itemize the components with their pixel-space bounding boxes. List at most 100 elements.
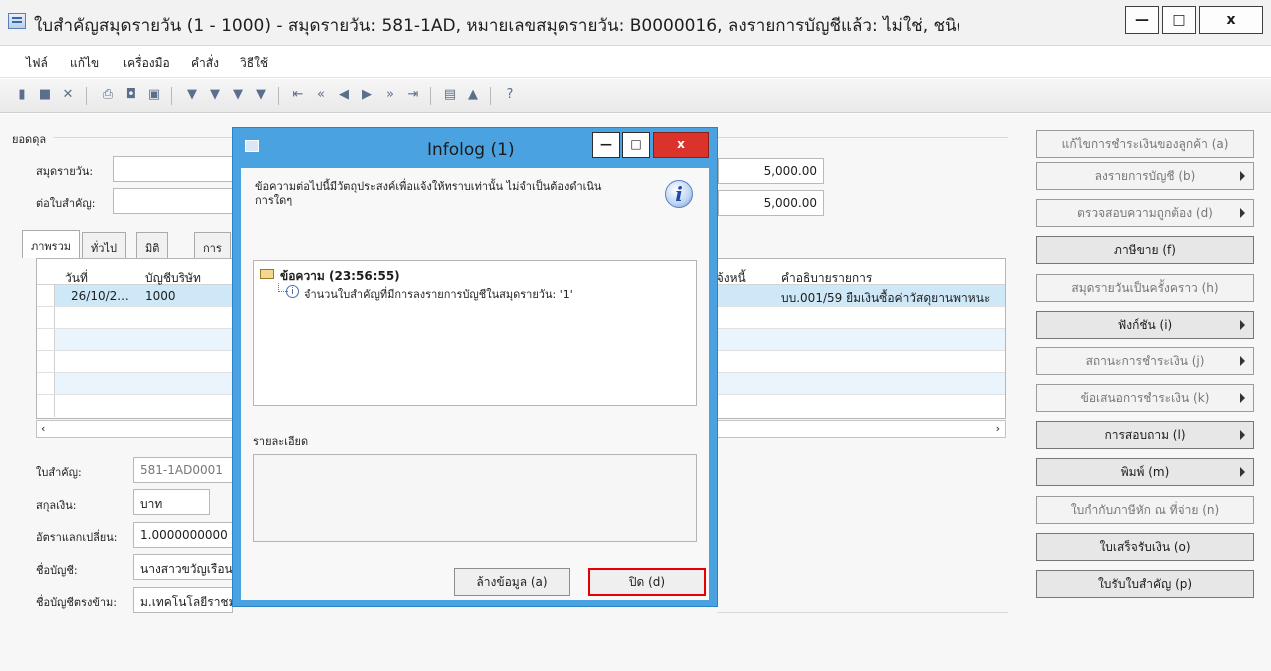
action-button-label: สมุดรายวันเป็นครั้งคราว (h) bbox=[1071, 280, 1219, 295]
submenu-arrow-icon bbox=[1240, 430, 1245, 440]
minimize-button[interactable]: — bbox=[1125, 6, 1159, 34]
action-button-label: ตรวจสอบความถูกต้อง (d) bbox=[1077, 205, 1213, 220]
action-button[interactable]: แก้ไขการชำระเงินของลูกค้า (a) bbox=[1036, 130, 1254, 158]
submenu-arrow-icon bbox=[1240, 467, 1245, 477]
row-selector[interactable] bbox=[37, 395, 55, 417]
close-dialog-button[interactable]: ปิด (d) bbox=[588, 568, 706, 596]
account-name-label: ชื่อบัญชี: bbox=[36, 564, 78, 577]
row-selector[interactable] bbox=[37, 307, 55, 328]
previous-page-icon[interactable]: « bbox=[313, 87, 329, 103]
action-button[interactable]: การสอบถาม (l) bbox=[1036, 421, 1254, 449]
submenu-arrow-icon bbox=[1240, 320, 1245, 330]
clear-button[interactable]: ล้างข้อมูล (a) bbox=[454, 568, 570, 596]
action-button[interactable]: พิมพ์ (m) bbox=[1036, 458, 1254, 486]
action-button[interactable]: ใบเสร็จรับเงิน (o) bbox=[1036, 533, 1254, 561]
row-selector[interactable] bbox=[37, 351, 55, 372]
info-message: ข้อความต่อไปนี้มีวัตถุประสงค์เพื่อแจ้งให… bbox=[255, 180, 602, 207]
new-icon[interactable]: ▮ bbox=[14, 87, 30, 103]
offset-account-field[interactable]: ม.เทคโนโลยีราชม bbox=[133, 587, 233, 613]
toolbar-divider bbox=[278, 87, 279, 105]
alert-icon[interactable]: ▲ bbox=[465, 87, 481, 103]
dialog-title: Infolog (1) bbox=[427, 140, 515, 160]
last-record-icon[interactable]: ⇥ bbox=[405, 87, 421, 103]
print-icon[interactable]: ⎙ bbox=[100, 87, 116, 103]
action-button[interactable]: ลงรายการบัญชี (b) bbox=[1036, 162, 1254, 190]
preview-icon[interactable]: ◘ bbox=[123, 87, 139, 103]
action-button-label: ใบกำกับภาษีหัก ณ ที่จ่าย (n) bbox=[1070, 502, 1220, 517]
tab-general[interactable]: ทั่วไป bbox=[82, 232, 126, 258]
dialog-maximize-button[interactable]: □ bbox=[622, 132, 650, 158]
window-titlebar: ใบสำคัญสมุดรายวัน (1 - 1000) - สมุดรายวั… bbox=[0, 0, 1271, 46]
action-button[interactable]: ฟังก์ชัน (i) bbox=[1036, 311, 1254, 339]
filter-selection-icon[interactable]: ▼ bbox=[207, 87, 223, 103]
action-button[interactable]: ตรวจสอบความถูกต้อง (d) bbox=[1036, 199, 1254, 227]
next-page-icon[interactable]: » bbox=[382, 87, 398, 103]
action-button-label: ใบรับใบสำคัญ (p) bbox=[1097, 576, 1193, 591]
tab-dimension[interactable]: มิติ bbox=[136, 232, 169, 258]
row-selector[interactable] bbox=[37, 329, 55, 350]
details-label: รายละเอียด bbox=[253, 435, 309, 448]
action-button-label: ใบเสร็จรับเงิน (o) bbox=[1099, 539, 1191, 554]
voucher-field[interactable]: 581-1AD0001 bbox=[133, 457, 233, 483]
first-record-icon[interactable]: ⇤ bbox=[290, 87, 306, 103]
action-button[interactable]: สถานะการชำระเงิน (j) bbox=[1036, 347, 1254, 375]
info-small-icon: i bbox=[286, 285, 299, 298]
menu-command[interactable]: คำสั่ง bbox=[191, 54, 219, 73]
group-divider bbox=[716, 137, 1008, 138]
maximize-button[interactable]: □ bbox=[1162, 6, 1196, 34]
action-button[interactable]: ใบกำกับภาษีหัก ณ ที่จ่าย (n) bbox=[1036, 496, 1254, 524]
menu-bar: ไฟล์ แก้ไข เครื่องมือ คำสั่ง วิธีใช้ bbox=[0, 46, 1271, 78]
action-button[interactable]: ข้อเสนอการชำระเงิน (k) bbox=[1036, 384, 1254, 412]
help-icon[interactable]: ? bbox=[502, 87, 518, 103]
remove-filter-icon[interactable]: ▼ bbox=[253, 87, 269, 103]
attachment-icon[interactable]: ▤ bbox=[442, 87, 458, 103]
row-company: 1000 bbox=[145, 289, 176, 303]
next-record-icon[interactable]: ▶ bbox=[359, 87, 375, 103]
balance-group-label: ยอดดุล bbox=[12, 133, 47, 146]
menu-edit[interactable]: แก้ไข bbox=[70, 54, 99, 73]
voucher-balance-value: 5,000.00 bbox=[718, 190, 824, 216]
info-icon: i bbox=[665, 180, 693, 208]
export-icon[interactable]: ▣ bbox=[146, 87, 162, 103]
menu-help[interactable]: วิธีใช้ bbox=[240, 54, 268, 73]
previous-record-icon[interactable]: ◀ bbox=[336, 87, 352, 103]
account-name-field[interactable]: นางสาวขวัญเรือน bbox=[133, 554, 233, 580]
group-divider bbox=[717, 612, 1008, 613]
menu-tools[interactable]: เครื่องมือ bbox=[123, 54, 170, 73]
form-icon bbox=[8, 13, 26, 29]
tab-overview[interactable]: ภาพรวม bbox=[22, 230, 81, 258]
message-item[interactable]: จำนวนใบสำคัญที่มีการลงรายการบัญชีในสมุดร… bbox=[304, 285, 573, 303]
advanced-filter-icon[interactable]: ▼ bbox=[230, 87, 246, 103]
close-button[interactable]: x bbox=[1199, 6, 1263, 34]
details-box[interactable] bbox=[253, 454, 697, 542]
journal-balance-field[interactable] bbox=[113, 156, 233, 182]
scroll-right-icon[interactable]: › bbox=[996, 422, 1000, 435]
action-button-label: แก้ไขการชำระเงินของลูกค้า (a) bbox=[1061, 136, 1229, 151]
row-selector[interactable] bbox=[37, 285, 55, 306]
submenu-arrow-icon bbox=[1240, 171, 1245, 181]
tab-payment[interactable]: การ bbox=[194, 232, 231, 258]
message-header[interactable]: ข้อความ (23:56:55) bbox=[280, 267, 400, 286]
scroll-left-icon[interactable]: ‹ bbox=[41, 422, 45, 435]
action-button[interactable]: สมุดรายวันเป็นครั้งคราว (h) bbox=[1036, 274, 1254, 302]
voucher-balance-field[interactable] bbox=[113, 188, 233, 214]
action-button[interactable]: ใบรับใบสำคัญ (p) bbox=[1036, 570, 1254, 598]
exchange-rate-field[interactable]: 1.0000000000 bbox=[133, 522, 233, 548]
submenu-arrow-icon bbox=[1240, 208, 1245, 218]
window-title: ใบสำคัญสมุดรายวัน (1 - 1000) - สมุดรายวั… bbox=[34, 16, 959, 36]
row-selector[interactable] bbox=[37, 373, 55, 394]
currency-field[interactable]: บาท bbox=[133, 489, 210, 515]
currency-label: สกุลเงิน: bbox=[36, 499, 77, 512]
action-button-label: ฟังก์ชัน (i) bbox=[1117, 317, 1173, 332]
menu-file[interactable]: ไฟล์ bbox=[26, 54, 48, 73]
toolbar-divider bbox=[86, 87, 87, 105]
action-button[interactable]: ภาษีขาย (f) bbox=[1036, 236, 1254, 264]
save-icon[interactable]: ■ bbox=[37, 87, 53, 103]
message-tree[interactable]: ข้อความ (23:56:55) i จำนวนใบสำคัญที่มีกา… bbox=[253, 260, 697, 406]
dialog-close-button[interactable]: x bbox=[653, 132, 709, 158]
delete-icon[interactable]: ✕ bbox=[60, 87, 76, 103]
infolog-icon bbox=[245, 140, 259, 152]
dialog-minimize-button[interactable]: — bbox=[592, 132, 620, 158]
filter-icon[interactable]: ▼ bbox=[184, 87, 200, 103]
action-button-label: การสอบถาม (l) bbox=[1104, 427, 1186, 442]
